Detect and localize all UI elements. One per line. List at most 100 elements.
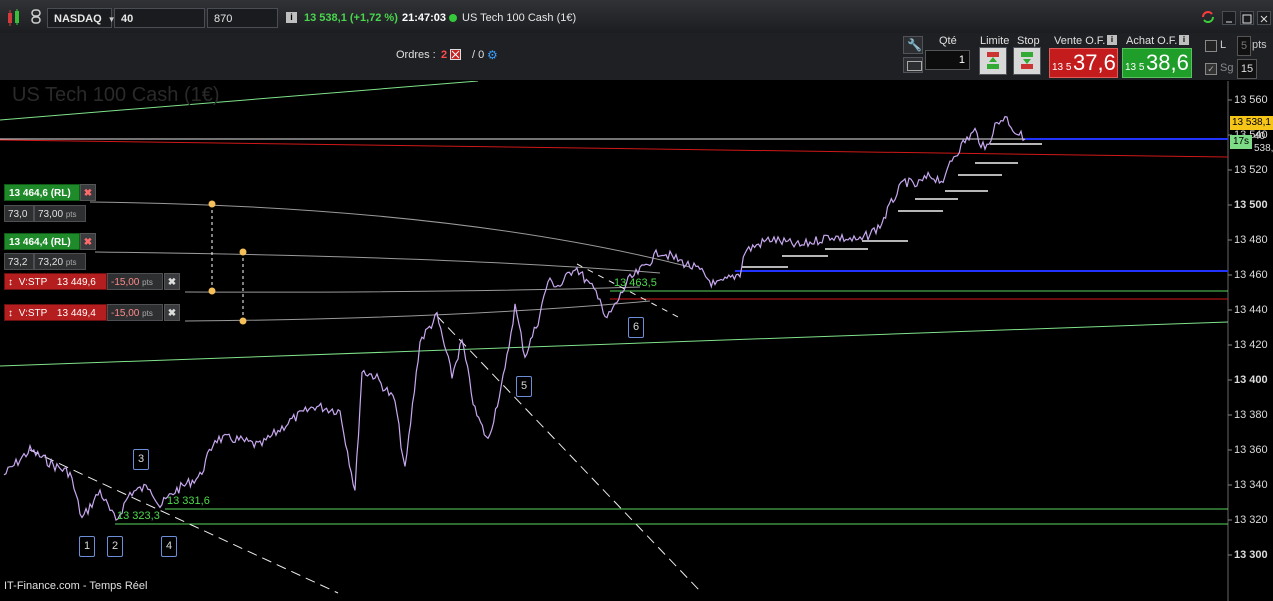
- price-axis-label: 13 500: [1234, 199, 1268, 211]
- buy-button[interactable]: 13 5 38,6: [1122, 48, 1192, 78]
- stop-2-price: 13 449,4: [56, 308, 96, 319]
- cancel-stop-1-button[interactable]: ✖: [164, 273, 180, 290]
- status-dot-icon: [449, 14, 457, 22]
- price-axis-label: 13 440: [1234, 304, 1268, 316]
- close-icon[interactable]: [1257, 11, 1271, 25]
- stop-1-price: 13 449,6: [56, 277, 96, 288]
- wave-label-3[interactable]: 3: [133, 449, 149, 470]
- keyboard-button[interactable]: [903, 57, 923, 73]
- refresh-icon[interactable]: [1201, 10, 1215, 24]
- price-change: 13 538,1 (+1,72 %): [304, 12, 398, 24]
- limit-order-tag-2[interactable]: 13 464,4 (RL): [4, 233, 80, 250]
- price-axis-label: 13 340: [1234, 479, 1268, 491]
- price-axis-label: 13 460: [1234, 269, 1268, 281]
- price-tag-538: 538,1: [1254, 143, 1273, 154]
- instrument-label: NASDAQ: [54, 13, 102, 25]
- qty-input[interactable]: 1: [925, 50, 970, 70]
- pts-label: pts: [1252, 39, 1267, 51]
- buy-price-big: 38,6: [1146, 50, 1189, 75]
- qty-value: 1: [958, 54, 965, 66]
- level-label-13463: 13 463,5: [614, 277, 657, 289]
- stop-handle-2[interactable]: [239, 317, 247, 325]
- order-2-pts-a-value: 73,2: [8, 257, 28, 268]
- trade-panel: 🔧 Qté 1 Limite Stop Vente O.F. i 13 5 37…: [900, 33, 1273, 80]
- stop-order-tag-2[interactable]: ↕ V:STP 13 449,4: [4, 304, 107, 321]
- top-toolbar: NASDAQ▼ 40 secondes▼ 870 unités▼ i 13 53…: [0, 0, 1273, 45]
- stop-handle-1[interactable]: [208, 287, 216, 295]
- order-1-pts-b-value: 73,00: [38, 209, 64, 220]
- chart-canvas[interactable]: [0, 81, 1273, 601]
- wrench-button[interactable]: 🔧: [903, 36, 923, 54]
- drag-arrows-icon[interactable]: ↕: [8, 277, 13, 288]
- cancel-stop-2-button[interactable]: ✖: [164, 304, 180, 321]
- level-label-13323: 13 323,3: [117, 510, 160, 522]
- cancel-orders-icon[interactable]: [450, 49, 461, 60]
- order-handle-2[interactable]: [239, 248, 247, 256]
- sg-input[interactable]: 15: [1237, 59, 1257, 79]
- interval-select[interactable]: 40 secondes▼: [114, 8, 205, 45]
- drag-arrows-icon[interactable]: ↕: [8, 308, 13, 319]
- wrench-icon: 🔧: [907, 38, 922, 52]
- stop-1-offset-value: -15,00: [111, 277, 140, 288]
- price-axis-label: 13 400: [1234, 374, 1268, 386]
- l-checkbox[interactable]: [1205, 40, 1217, 52]
- order-1-pts-b: 73,00 pts: [34, 205, 86, 222]
- instrument-select[interactable]: NASDAQ ▼: [47, 8, 116, 28]
- current-price-value: 13 538,1: [1232, 117, 1271, 128]
- price-axis: [1228, 99, 1232, 556]
- limit-order-icon: [986, 52, 1000, 70]
- limit-order-price-1: 13 464,6 (RL): [9, 188, 71, 199]
- wave-label-4[interactable]: 4: [161, 536, 177, 557]
- l-label: L: [1220, 39, 1227, 51]
- orders-count[interactable]: 2: [441, 49, 447, 61]
- cancel-order-1-button[interactable]: ✖: [80, 184, 96, 201]
- wave-label-5[interactable]: 5: [516, 376, 532, 397]
- price-axis-label: 13 360: [1234, 444, 1268, 456]
- cancel-order-2-button[interactable]: ✖: [80, 233, 96, 250]
- limit-order-button[interactable]: [979, 47, 1007, 75]
- countdown-tag: 17s: [1230, 135, 1252, 149]
- candle-chart-icon[interactable]: [6, 9, 22, 27]
- limit-order-tag-1[interactable]: 13 464,6 (RL): [4, 184, 80, 201]
- order-handle-1[interactable]: [208, 200, 216, 208]
- price-chart[interactable]: US Tech 100 Cash (1€) 13 560 1 3 5 40 13 520…: [0, 81, 1273, 601]
- sell-label: Vente O.F.: [1054, 35, 1106, 47]
- info-icon[interactable]: i: [286, 12, 297, 23]
- buy-label: Achat O.F.: [1126, 35, 1178, 47]
- sell-button[interactable]: 13 5 37,6: [1049, 48, 1118, 78]
- limit-label: Limite: [980, 35, 1010, 47]
- wave-label-1[interactable]: 1: [79, 536, 95, 557]
- wave-label-2[interactable]: 2: [107, 536, 123, 557]
- price-axis-label: 13 380: [1234, 409, 1268, 421]
- stop-1-offset: -15,00 pts: [107, 273, 163, 290]
- wave-label-6[interactable]: 6: [628, 317, 644, 338]
- buy-info-icon[interactable]: i: [1179, 35, 1189, 45]
- units-select[interactable]: 870 unités▼: [207, 8, 278, 45]
- order-2-pts-a: 73,2: [4, 253, 34, 270]
- link-icon[interactable]: [30, 9, 42, 25]
- stop-2-offset-value: -15,00: [111, 308, 140, 319]
- maximize-icon[interactable]: [1240, 11, 1254, 25]
- sg-checkbox[interactable]: ✓: [1205, 63, 1217, 75]
- gear-icon[interactable]: ⚙: [487, 48, 498, 62]
- sell-info-icon[interactable]: i: [1107, 35, 1117, 45]
- stop-2-offset: -15,00 pts: [107, 304, 163, 321]
- keyboard-icon: [907, 61, 922, 71]
- orders-label: Ordres :: [396, 49, 436, 61]
- orders-bar: Ordres : 2 / 0 ⚙: [0, 33, 900, 80]
- order-1-pts-a: 73,0: [4, 205, 34, 222]
- stop-order-icon: [1020, 52, 1034, 70]
- countdown-value: 17s: [1232, 136, 1250, 147]
- stop-order-tag-1[interactable]: ↕ V:STP 13 449,6: [4, 273, 107, 290]
- stop-2-type: V:STP: [18, 308, 48, 319]
- minimize-icon[interactable]: [1222, 11, 1236, 25]
- pts-input[interactable]: 5: [1237, 36, 1251, 56]
- level-label-13331: 13 331,6: [167, 495, 210, 507]
- qty-label: Qté: [939, 35, 957, 47]
- stop-1-type: V:STP: [18, 277, 48, 288]
- price-axis-label: 13 480: [1234, 234, 1268, 246]
- stop-order-button[interactable]: [1013, 47, 1041, 75]
- stop-label: Stop: [1017, 35, 1040, 47]
- data-source-footer: IT-Finance.com - Temps Réel: [4, 580, 148, 592]
- buy-price-small: 13 5: [1125, 62, 1145, 73]
